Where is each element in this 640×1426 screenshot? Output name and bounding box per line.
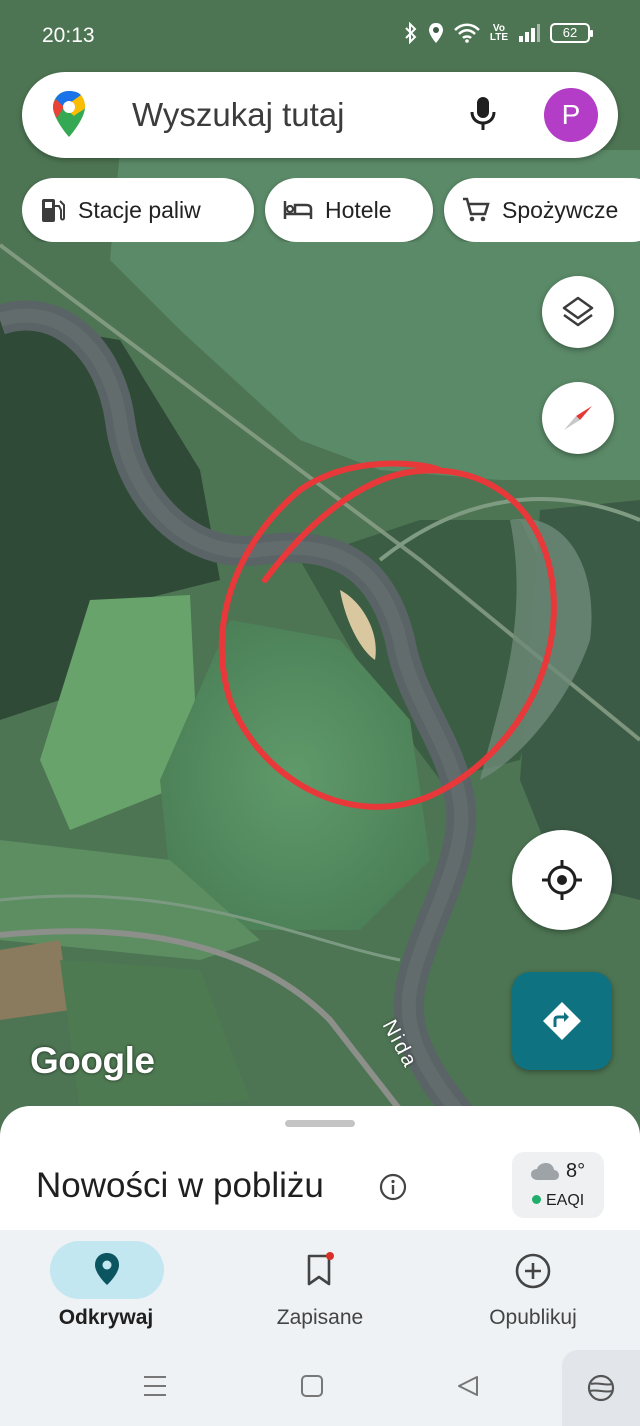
weather-card[interactable]: 8° EAQI [512,1152,604,1218]
nav-label: Odkrywaj [58,1306,154,1329]
floating-assistant-button[interactable] [562,1350,640,1426]
nav-contribute[interactable]: Opublikuj [433,1230,633,1350]
status-bar: 20:13 Vo LTE 62 [0,0,640,70]
satellite-map[interactable] [0,0,640,1140]
home-icon[interactable] [300,1374,324,1398]
layers-button[interactable] [542,276,614,348]
search-input[interactable]: Wyszukaj tutaj [132,96,344,134]
bed-icon [283,201,313,219]
location-icon [428,23,443,43]
bluetooth-icon [405,22,417,44]
nav-explore[interactable]: Odkrywaj [0,1230,200,1350]
sheet-drag-handle[interactable] [285,1120,355,1127]
chip-label: Stacje paliw [78,196,201,223]
bookmark-icon [307,1252,334,1286]
profile-avatar[interactable]: P [544,88,598,142]
compass-button[interactable] [542,382,614,454]
shopping-cart-icon [463,197,490,222]
status-icons: Vo LTE 62 [404,22,593,44]
chip-hotels[interactable]: Hotele [265,178,433,242]
maps-logo-icon [53,91,85,137]
back-icon[interactable] [456,1374,480,1398]
aqi-status-dot [532,1195,541,1204]
directions-button[interactable] [512,972,612,1070]
compass-icon [564,406,592,430]
wifi-icon [453,23,480,43]
microphone-icon[interactable] [470,96,496,132]
status-time: 20:13 [42,24,95,47]
info-icon[interactable] [378,1172,408,1202]
bottom-navigation: Odkrywaj Zapisane Opublikuj [0,1230,640,1350]
nav-saved[interactable]: Zapisane [220,1230,420,1350]
crosshair-icon [542,860,582,900]
add-circle-icon [515,1253,551,1289]
volte-bottom: LTE [489,32,508,43]
chip-label: Hotele [325,196,392,223]
weather-temperature: 8° [566,1160,586,1182]
chip-gas-stations[interactable]: Stacje paliw [22,178,254,242]
category-chips: Stacje paliw Hotele Spożywcze [22,178,640,242]
air-quality: EAQI [532,1192,584,1210]
directions-icon [543,1002,581,1040]
sheet-title: Nowości w pobliżu [36,1166,324,1205]
explore-pin-icon [95,1253,119,1285]
bottom-sheet[interactable]: Nowości w pobliżu 8° EAQI [0,1106,640,1230]
battery-indicator: 62 [550,23,593,43]
menu-icon[interactable] [142,1374,168,1398]
layers-icon [562,296,594,327]
signal-icon [519,24,540,42]
my-location-button[interactable] [512,830,612,930]
chip-groceries[interactable]: Spożywcze [444,178,640,242]
system-navigation-bar [0,1350,640,1426]
cloud-icon [531,1163,559,1180]
search-bar[interactable]: Wyszukaj tutaj P [22,72,618,158]
chip-label: Spożywcze [502,196,619,223]
aqi-label: EAQI [546,1192,585,1209]
nav-label: Zapisane [276,1306,364,1329]
nav-label: Opublikuj [489,1306,577,1329]
volte-indicator: Vo LTE [489,24,508,43]
assistant-ball-icon [587,1374,615,1402]
google-attribution: Google [30,1040,155,1081]
gas-station-icon [42,199,65,222]
